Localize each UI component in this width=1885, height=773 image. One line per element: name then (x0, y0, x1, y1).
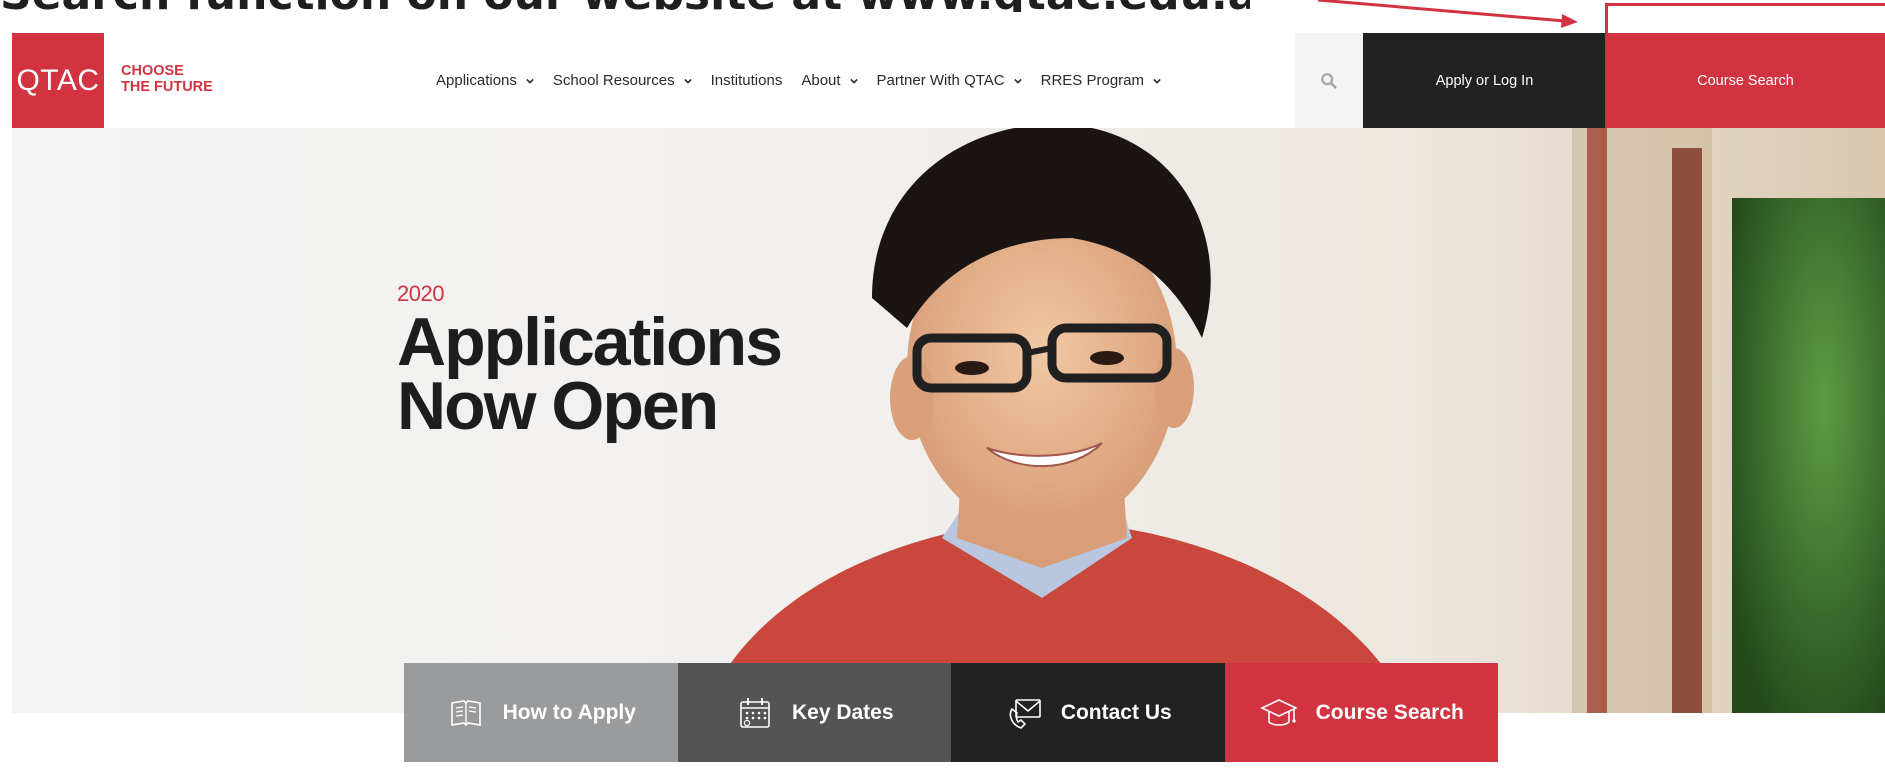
nav-label: About (801, 72, 841, 89)
quick-link-label: Course Search (1315, 700, 1464, 724)
quick-link-label: How to Apply (502, 700, 636, 724)
course-search-button[interactable]: Course Search (1606, 33, 1885, 128)
quick-links-bar: How to Apply Key Dates Contact Us Course… (404, 663, 1498, 762)
logo-text: QTAC (16, 63, 100, 97)
chevron-down-icon (526, 78, 534, 84)
quick-link-course-search[interactable]: Course Search (1224, 663, 1498, 762)
nav-item-applications[interactable]: Applications (436, 72, 534, 89)
nav-label: School Resources (552, 72, 675, 89)
chevron-down-icon (683, 78, 692, 84)
envelope-icon (1009, 698, 1041, 729)
calendar-icon (740, 697, 770, 728)
chevron-down-icon (1013, 78, 1022, 84)
hero-student-photo (12, 128, 1885, 713)
nav-label: Applications (436, 72, 517, 89)
quick-link-label: Key Dates (791, 700, 894, 724)
nav-item-partner-with-qtac[interactable]: Partner With QTAC (877, 72, 1022, 89)
chevron-down-icon (1153, 78, 1161, 84)
quick-link-how-to-apply[interactable]: How to Apply (404, 663, 678, 762)
tagline-line-1: CHOOSE (121, 63, 184, 79)
nav-item-school-resources[interactable]: School Resources (553, 72, 692, 89)
nav-label: RRES Program (1040, 72, 1144, 89)
nav-label: Institutions (710, 72, 783, 89)
quick-link-label: Contact Us (1060, 700, 1172, 724)
nav-item-institutions[interactable]: Institutions (711, 72, 783, 89)
tagline-line-2: THE FUTURE (121, 79, 213, 95)
qtac-logo[interactable]: QTAC (12, 33, 104, 128)
hero-title: Applications Now Open (397, 308, 867, 440)
book-icon (450, 699, 481, 726)
site-header: QTAC CHOOSE THE FUTURE Applications Scho… (12, 33, 1885, 128)
apply-or-login-button[interactable]: Apply or Log In (1363, 33, 1606, 128)
quick-link-key-dates[interactable]: Key Dates (677, 663, 951, 762)
apply-label: Apply or Log In (1435, 72, 1534, 89)
quick-link-contact-us[interactable]: Contact Us (951, 663, 1225, 762)
course-search-label: Course Search (1697, 72, 1794, 89)
hero-banner: 2020 Applications Now Open (12, 128, 1885, 713)
nav-item-rres-program[interactable]: RRES Program (1041, 72, 1161, 89)
header-search-button[interactable] (1295, 33, 1363, 128)
graduation-cap-icon (1259, 698, 1298, 726)
logo-tagline: CHOOSE THE FUTURE (121, 63, 241, 95)
search-icon (1321, 72, 1337, 89)
nav-label: Partner With QTAC (876, 72, 1005, 89)
chevron-down-icon (849, 78, 858, 84)
annotation-caption: Search function on our website at www.qt… (0, 0, 1250, 12)
hero-title-line-2: Now Open (397, 368, 719, 444)
main-nav: Applications School Resources Institutio… (436, 33, 1180, 128)
nav-item-about[interactable]: About (801, 72, 858, 89)
